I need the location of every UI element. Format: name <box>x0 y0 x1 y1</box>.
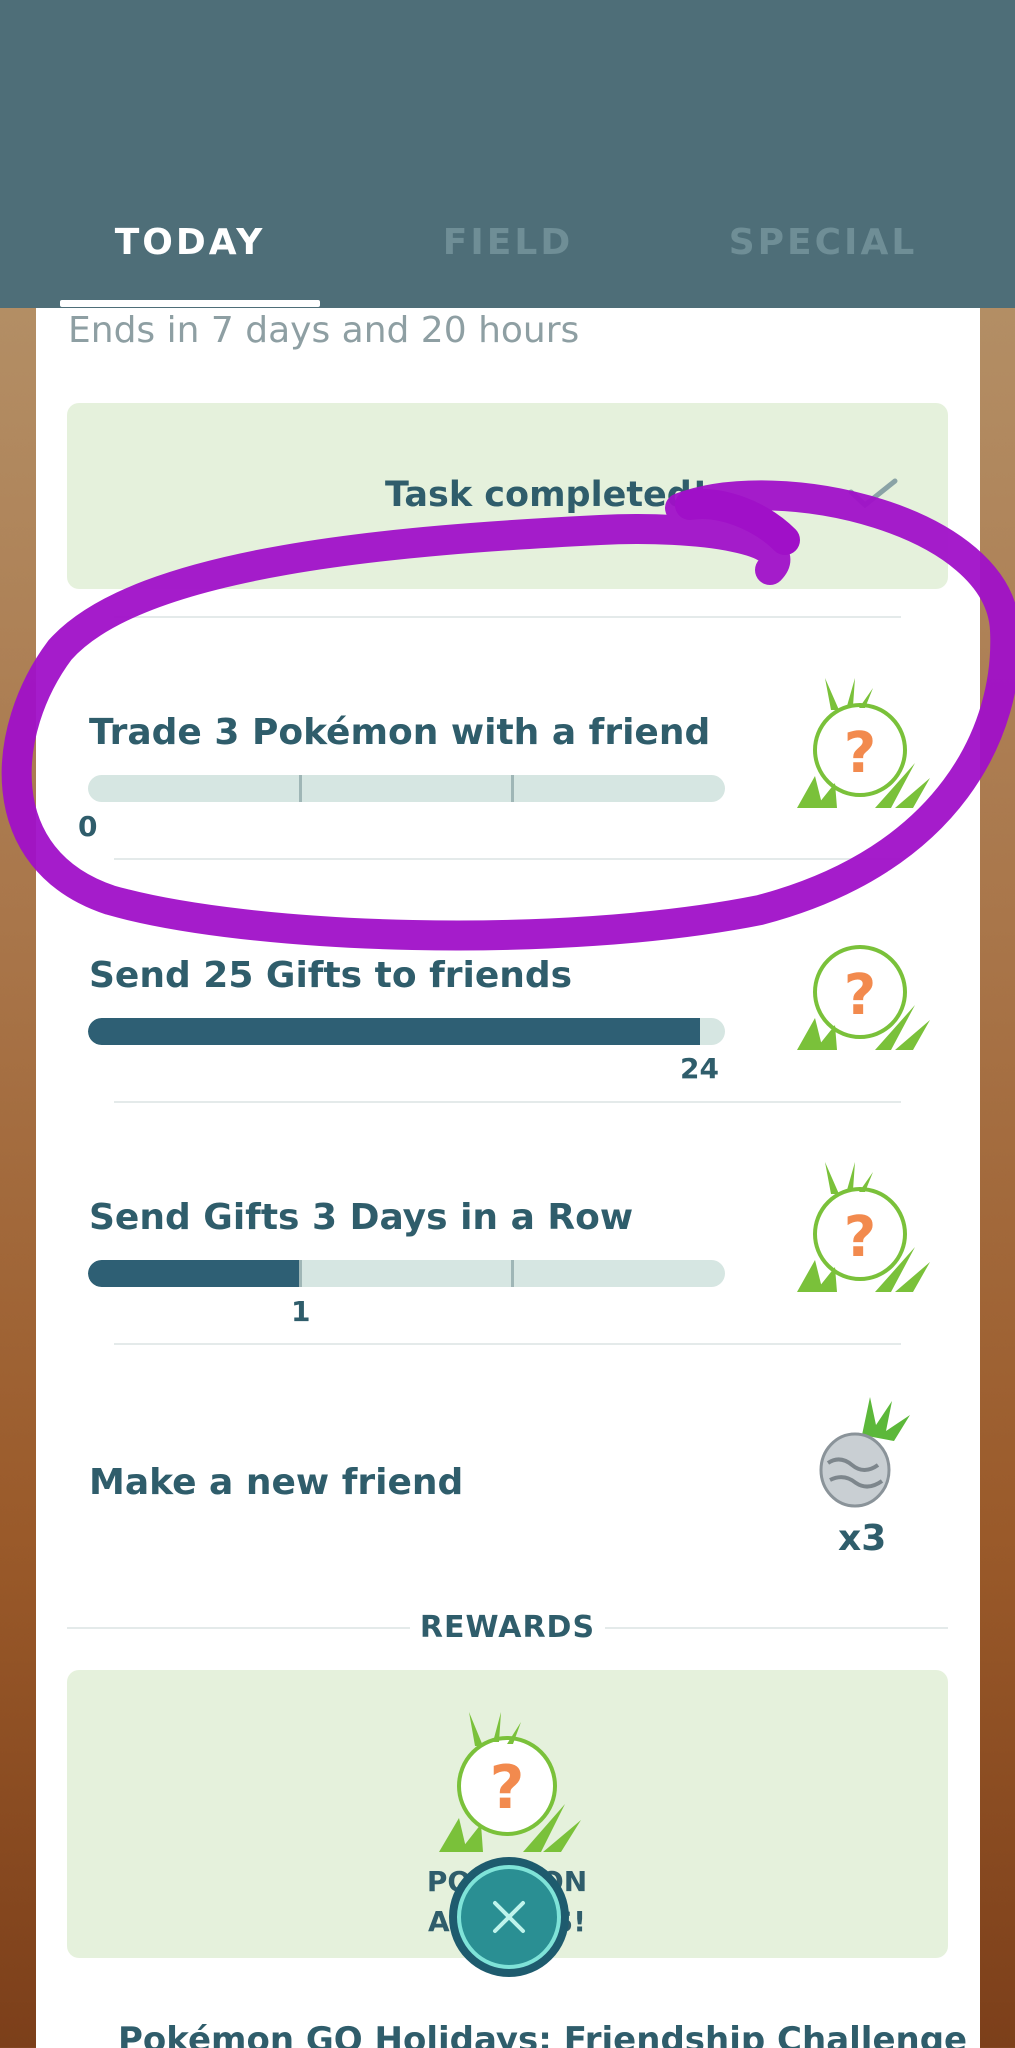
progress-count: 0 <box>78 810 98 843</box>
top-header: TODAY FIELD SPECIAL <box>0 0 1015 308</box>
progress-bar-trade <box>88 775 725 802</box>
progress-fill <box>88 1018 700 1045</box>
progress-bar-streak <box>88 1260 725 1287</box>
divider <box>114 858 901 860</box>
checkmark-icon <box>848 478 898 508</box>
mystery-pokemon-encounter-icon: ? <box>797 1162 930 1292</box>
rewards-heading: REWARDS <box>419 1610 596 1645</box>
research-title: Pokémon GO Holidays: Friendship Challeng… <box>118 2020 968 2048</box>
tab-field[interactable]: FIELD <box>378 218 638 268</box>
tab-special[interactable]: SPECIAL <box>693 218 953 268</box>
task-title-gifts: Send 25 Gifts to friends <box>89 955 573 996</box>
svg-text:?: ? <box>490 1753 525 1823</box>
task-title-trade: Trade 3 Pokémon with a friend <box>89 712 711 753</box>
divider <box>114 1343 901 1345</box>
task-title-new-friend: Make a new friend <box>89 1462 464 1503</box>
progress-count: 1 <box>291 1295 311 1328</box>
mystery-pokemon-encounter-icon: ? <box>439 1712 581 1852</box>
tab-today[interactable]: TODAY <box>60 218 320 268</box>
progress-tick <box>299 1260 302 1287</box>
progress-tick <box>511 775 514 802</box>
progress-fill <box>88 1260 301 1287</box>
svg-text:?: ? <box>844 963 876 1028</box>
completed-task-label: Task completed! <box>385 475 708 515</box>
svg-text:?: ? <box>844 1205 876 1270</box>
divider <box>114 1101 901 1103</box>
silver-pinap-berry-icon <box>819 1397 910 1508</box>
divider <box>67 1627 410 1629</box>
progress-bar-gifts <box>88 1018 725 1045</box>
mystery-pokemon-encounter-icon: ? <box>797 945 930 1050</box>
close-button[interactable] <box>447 1855 571 1979</box>
reward-count: x3 <box>838 1518 887 1559</box>
active-tab-indicator <box>60 300 320 307</box>
progress-count: 24 <box>680 1052 719 1085</box>
task-title-gifts-streak: Send Gifts 3 Days in a Row <box>89 1197 634 1238</box>
divider <box>605 1627 948 1629</box>
mystery-pokemon-encounter-icon: ? <box>797 678 930 808</box>
progress-tick <box>299 775 302 802</box>
time-remaining: Ends in 7 days and 20 hours <box>68 310 580 351</box>
divider <box>114 616 901 618</box>
progress-tick <box>511 1260 514 1287</box>
svg-text:?: ? <box>844 721 876 786</box>
